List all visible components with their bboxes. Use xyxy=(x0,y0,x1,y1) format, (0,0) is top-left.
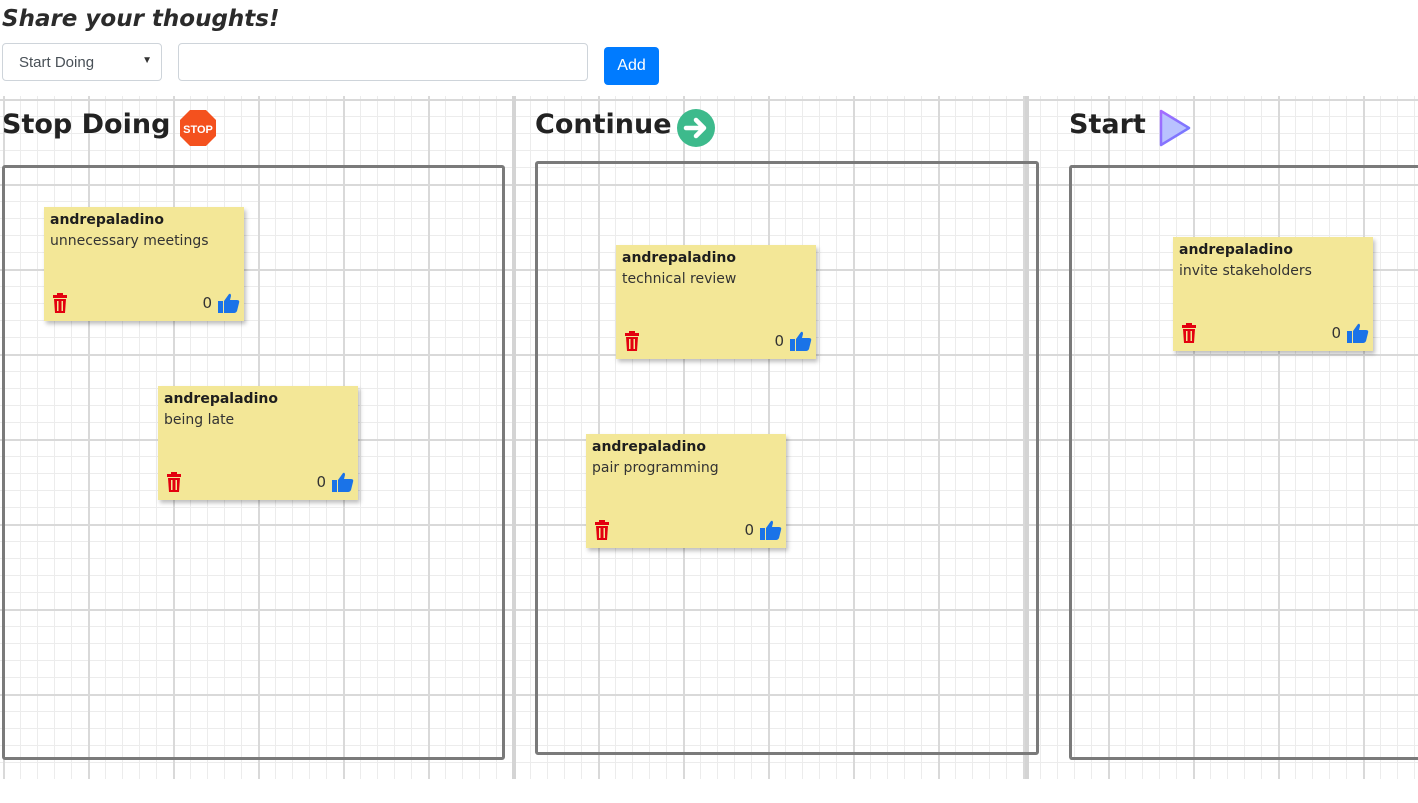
thumbs-up-icon[interactable] xyxy=(218,293,240,313)
column-title-start: Start xyxy=(1069,100,1194,148)
add-button[interactable]: Add xyxy=(604,47,659,85)
stop-sign-label: STOP xyxy=(184,124,214,136)
sticky-note[interactable]: andrepaladino technical review 0 xyxy=(616,245,816,359)
category-select[interactable]: Start Doing ▼ xyxy=(2,43,162,81)
column-title-stop-doing: Stop Doing STOP xyxy=(2,100,218,148)
trash-icon[interactable] xyxy=(52,293,68,313)
like-count: 0 xyxy=(1331,324,1341,342)
column-title-continue: Continue xyxy=(535,100,716,148)
thought-input[interactable] xyxy=(178,43,588,81)
column-title-label: Start xyxy=(1069,108,1146,140)
note-author: andrepaladino xyxy=(164,391,278,407)
trash-icon[interactable] xyxy=(166,472,182,492)
sticky-note[interactable]: andrepaladino pair programming 0 xyxy=(586,434,786,548)
note-text: technical review xyxy=(622,271,737,287)
note-author: andrepaladino xyxy=(622,250,736,266)
stop-sign-icon: STOP xyxy=(180,110,217,146)
like-count: 0 xyxy=(202,294,212,312)
trash-icon[interactable] xyxy=(624,331,640,351)
note-text: pair programming xyxy=(592,460,719,476)
note-text: unnecessary meetings xyxy=(50,233,209,249)
category-select-value: Start Doing xyxy=(19,53,95,71)
chevron-down-icon: ▼ xyxy=(142,55,152,66)
trash-icon[interactable] xyxy=(1181,323,1197,343)
trash-icon[interactable] xyxy=(594,520,610,540)
arrow-right-circle-icon xyxy=(676,109,715,147)
note-author: andrepaladino xyxy=(1179,242,1293,258)
page-title: Share your thoughts! xyxy=(2,6,280,32)
thumbs-up-icon[interactable] xyxy=(1347,323,1369,343)
column-divider xyxy=(512,96,516,779)
thumbs-up-icon[interactable] xyxy=(790,331,812,351)
note-text: being late xyxy=(164,412,235,428)
column-title-label: Continue xyxy=(535,108,672,140)
like-count: 0 xyxy=(316,473,326,491)
sticky-note[interactable]: andrepaladino invite stakeholders 0 xyxy=(1173,237,1373,351)
note-text: invite stakeholders xyxy=(1179,263,1312,279)
thumbs-up-icon[interactable] xyxy=(332,472,354,492)
like-count: 0 xyxy=(744,521,754,539)
play-icon xyxy=(1159,109,1191,147)
sticky-note[interactable]: andrepaladino being late 0 xyxy=(158,386,358,500)
sticky-note[interactable]: andrepaladino unnecessary meetings 0 xyxy=(44,207,244,321)
note-author: andrepaladino xyxy=(592,439,706,455)
column-title-label: Stop Doing xyxy=(2,108,171,140)
like-count: 0 xyxy=(774,332,784,350)
thumbs-up-icon[interactable] xyxy=(760,520,782,540)
note-author: andrepaladino xyxy=(50,212,164,228)
